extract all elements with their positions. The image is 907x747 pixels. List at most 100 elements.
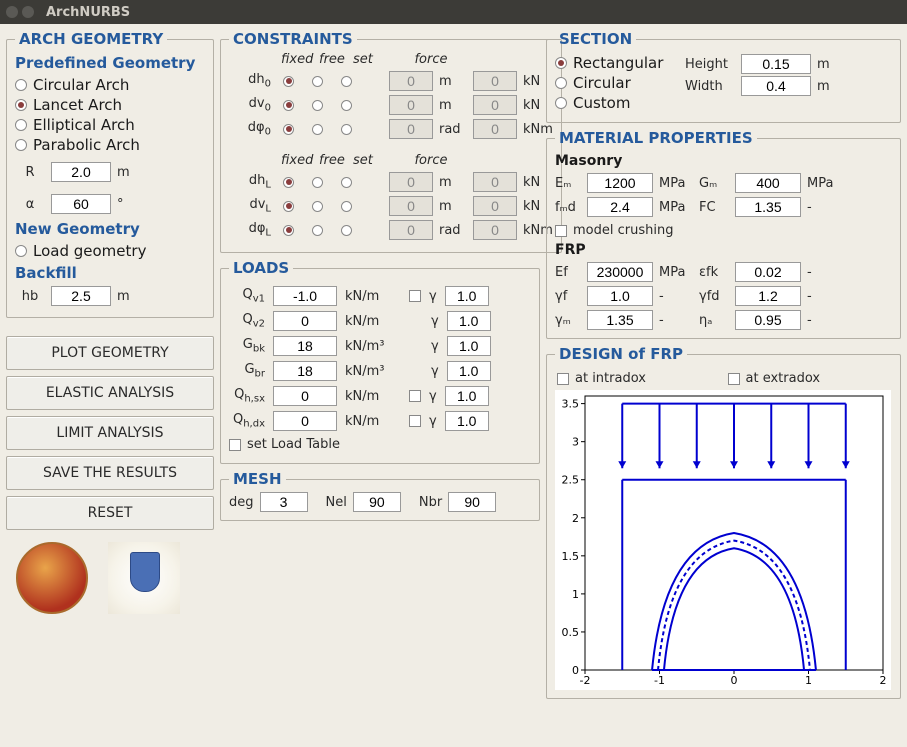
input-set-dv0[interactable] <box>389 95 433 115</box>
input-set-dφL[interactable] <box>389 220 433 240</box>
reset-button[interactable]: RESET <box>6 496 214 530</box>
radio-free-dv0[interactable] <box>312 100 323 111</box>
input-deg[interactable] <box>260 492 308 512</box>
input-gamma-4[interactable] <box>445 386 489 406</box>
input-gf[interactable] <box>587 286 653 306</box>
radio-set-dφ0[interactable] <box>341 124 352 135</box>
input-Gm[interactable] <box>735 173 801 193</box>
window-close-icon[interactable] <box>6 6 18 18</box>
input-gamma-2[interactable] <box>447 336 491 356</box>
input-load-Qh,sx[interactable] <box>273 386 337 406</box>
check-set-load-table[interactable] <box>229 439 241 451</box>
check-gamma-5[interactable] <box>409 415 421 427</box>
radio-free-dφ0[interactable] <box>312 124 323 135</box>
constraint-row-dvL: dvL m kN <box>229 196 553 216</box>
input-Em[interactable] <box>587 173 653 193</box>
radio-free-dh0[interactable] <box>312 76 323 87</box>
unit-set-dvL: m <box>439 199 467 214</box>
radio-elliptical-arch[interactable] <box>15 119 27 131</box>
input-gamma-1[interactable] <box>447 311 491 331</box>
input-gamma-0[interactable] <box>445 286 489 306</box>
input-force-dφ0[interactable] <box>473 119 517 139</box>
unit-force-dhL: kN <box>523 175 540 190</box>
input-height[interactable] <box>741 54 811 74</box>
check-gamma-0[interactable] <box>409 290 421 302</box>
input-hb[interactable] <box>51 286 111 306</box>
loads-panel: LOADS Qv1 kN/m γ Qv2 kN/m γ Gbk kN/m³ γ … <box>220 259 540 464</box>
radio-set-dhL[interactable] <box>341 177 352 188</box>
input-gm[interactable] <box>587 310 653 330</box>
load-label: Qv2 <box>229 312 265 330</box>
radio-circular-arch[interactable] <box>15 79 27 91</box>
save-results-button[interactable]: SAVE THE RESULTS <box>6 456 214 490</box>
input-efk[interactable] <box>735 262 801 282</box>
limit-analysis-button[interactable]: LIMIT ANALYSIS <box>6 416 214 450</box>
input-alpha[interactable] <box>51 194 111 214</box>
label-gamma: γ <box>431 364 439 379</box>
load-row-Qv2: Qv2 kN/m γ <box>229 311 531 331</box>
input-force-dvL[interactable] <box>473 196 517 216</box>
radio-set-dv0[interactable] <box>341 100 352 111</box>
input-gamma-5[interactable] <box>445 411 489 431</box>
input-force-dv0[interactable] <box>473 95 517 115</box>
input-width[interactable] <box>741 76 811 96</box>
label-section-rect: Rectangular <box>573 54 663 72</box>
radio-free-dhL[interactable] <box>312 177 323 188</box>
input-FC[interactable] <box>735 197 801 217</box>
input-set-dh0[interactable] <box>389 71 433 91</box>
load-label: Gbk <box>229 337 265 355</box>
elastic-analysis-button[interactable]: ELASTIC ANALYSIS <box>6 376 214 410</box>
input-load-Qh,dx[interactable] <box>273 411 337 431</box>
radio-fixed-dφ0[interactable] <box>283 124 294 135</box>
radio-section-cust[interactable] <box>555 97 567 109</box>
check-intradox[interactable] <box>557 373 569 385</box>
radio-fixed-dhL[interactable] <box>283 177 294 188</box>
load-row-Gbk: Gbk kN/m³ γ <box>229 336 531 356</box>
input-load-Qv2[interactable] <box>273 311 337 331</box>
input-Ef[interactable] <box>587 262 653 282</box>
radio-free-dvL[interactable] <box>312 201 323 212</box>
window-min-icon[interactable] <box>22 6 34 18</box>
constraint-row-dh0: dh0 m kN <box>229 71 553 91</box>
radio-load-geometry[interactable] <box>15 245 27 257</box>
radio-lancet-arch[interactable] <box>15 99 27 111</box>
input-load-Gbr[interactable] <box>273 361 337 381</box>
plot-geometry-button[interactable]: PLOT GEOMETRY <box>6 336 214 370</box>
masonry-label: Masonry <box>555 153 892 169</box>
radio-fixed-dvL[interactable] <box>283 201 294 212</box>
input-force-dhL[interactable] <box>473 172 517 192</box>
input-load-Gbk[interactable] <box>273 336 337 356</box>
radio-fixed-dv0[interactable] <box>283 100 294 111</box>
check-extradox[interactable] <box>728 373 740 385</box>
input-R[interactable] <box>51 162 111 182</box>
radio-free-dφL[interactable] <box>312 225 323 236</box>
unit-gf: - <box>659 289 693 304</box>
constraint-label: dφL <box>229 221 271 239</box>
input-force-dh0[interactable] <box>473 71 517 91</box>
check-model-crushing[interactable] <box>555 225 567 237</box>
input-set-dφ0[interactable] <box>389 119 433 139</box>
input-na[interactable] <box>735 310 801 330</box>
input-fmd[interactable] <box>587 197 653 217</box>
check-gamma-4[interactable] <box>409 390 421 402</box>
label-FC: FC <box>699 200 729 215</box>
input-load-Qv1[interactable] <box>273 286 337 306</box>
radio-set-dφL[interactable] <box>341 225 352 236</box>
input-gamma-3[interactable] <box>447 361 491 381</box>
input-nel[interactable] <box>353 492 401 512</box>
radio-fixed-dφL[interactable] <box>283 225 294 236</box>
radio-set-dh0[interactable] <box>341 76 352 87</box>
radio-section-rect[interactable] <box>555 57 567 69</box>
radio-parabolic-arch[interactable] <box>15 139 27 151</box>
input-set-dhL[interactable] <box>389 172 433 192</box>
radio-set-dvL[interactable] <box>341 201 352 212</box>
new-geometry-label: New Geometry <box>15 220 205 238</box>
input-force-dφL[interactable] <box>473 220 517 240</box>
input-gfd[interactable] <box>735 286 801 306</box>
input-nbr[interactable] <box>448 492 496 512</box>
input-set-dvL[interactable] <box>389 196 433 216</box>
radio-fixed-dh0[interactable] <box>283 76 294 87</box>
constraint-row-dhL: dhL m kN <box>229 172 553 192</box>
radio-section-circ[interactable] <box>555 77 567 89</box>
load-label: Qh,sx <box>229 387 265 405</box>
